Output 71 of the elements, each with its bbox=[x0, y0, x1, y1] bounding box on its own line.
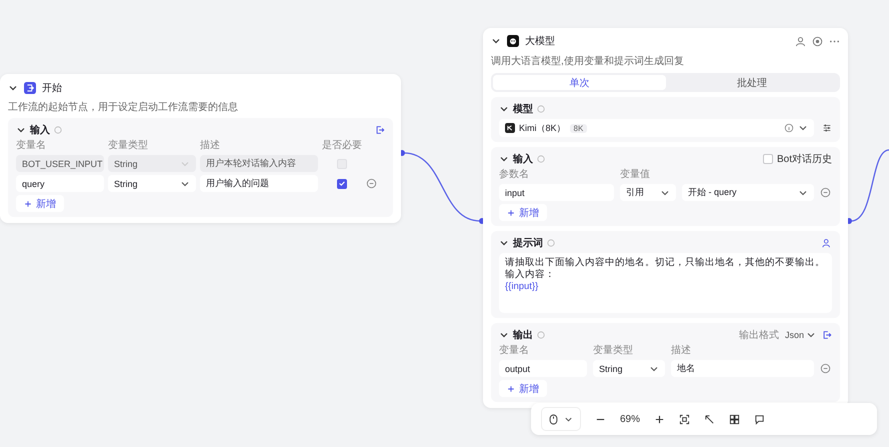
section-title: 输入 bbox=[30, 124, 50, 136]
column-header: 描述 bbox=[671, 345, 692, 357]
type-select[interactable]: String bbox=[593, 360, 665, 377]
plus-icon bbox=[24, 200, 32, 208]
layout-icon[interactable] bbox=[729, 414, 740, 424]
zoom-level[interactable]: 69% bbox=[620, 414, 640, 424]
comment-icon[interactable] bbox=[754, 414, 766, 424]
tab[interactable]: 单次 bbox=[493, 75, 666, 90]
history-checkbox[interactable] bbox=[762, 154, 773, 164]
remove-icon[interactable] bbox=[820, 187, 831, 198]
prompt-editor[interactable]: 请抽取出下面输入内容中的地名。切记，只输出地名，其他的不要输出。 输入内容： {{input}} bbox=[499, 253, 832, 313]
add-button[interactable]: 新增 bbox=[499, 204, 547, 221]
user-icon[interactable] bbox=[795, 36, 806, 46]
export-icon[interactable] bbox=[822, 330, 832, 340]
name-field[interactable]: query bbox=[16, 175, 104, 192]
column-header: 变量值 bbox=[620, 169, 651, 181]
name-field[interactable]: output bbox=[499, 360, 587, 377]
section-title: 输入 bbox=[513, 152, 533, 166]
section-title: 输出 bbox=[513, 328, 533, 342]
description-field[interactable]: 用户输入的问题 bbox=[200, 175, 318, 192]
mode-button[interactable] bbox=[541, 407, 581, 431]
section-title: 提示词 bbox=[513, 236, 543, 250]
checkbox-label: Bot对话历史 bbox=[776, 152, 832, 166]
type-select[interactable]: String bbox=[108, 175, 196, 192]
user-icon[interactable] bbox=[822, 238, 832, 248]
context-badge: 8K bbox=[570, 124, 588, 132]
zoom-in-icon[interactable] bbox=[654, 414, 666, 424]
info-icon[interactable] bbox=[784, 123, 794, 133]
target-icon[interactable] bbox=[812, 36, 823, 46]
format-label: 输出格式 bbox=[738, 328, 779, 342]
column-header: 是否必要 bbox=[322, 140, 362, 152]
column-header: 描述 bbox=[200, 140, 221, 152]
column-header: 变量类型 bbox=[593, 345, 634, 357]
prompt-line: 请抽取出下面输入内容中的地名。切记，只输出地名，其他的不要输出。 bbox=[505, 257, 826, 269]
prompt-line: {{input}} bbox=[505, 281, 540, 293]
format-select[interactable]: Json bbox=[782, 330, 818, 340]
fit-view-icon[interactable] bbox=[679, 414, 690, 424]
add-button[interactable]: 新增 bbox=[16, 195, 64, 212]
add-button[interactable]: 新增 bbox=[499, 380, 547, 397]
start-icon bbox=[24, 82, 36, 94]
column-header: 变量类型 bbox=[108, 140, 149, 152]
model-logo-icon bbox=[505, 123, 515, 133]
node-card[interactable]: 大模型 调用大语言模型,使用变量和提示词生成回复 单次 批处理 模型 Kimi（8K） 8K 输入 Bot对话历史 参数名 变量值 input 引用 开始 - query 新增 提示词 请抽取出下面输入内容中的地名。切记，只输出地名，其他的不要输出。 输入内容： {{input}} 输出 输出格式 Json 变量名 变量类型 描述 output String 地名 新增 bbox=[483, 28, 848, 408]
remove-icon[interactable] bbox=[366, 178, 377, 189]
tab[interactable]: 批处理 bbox=[666, 75, 838, 90]
mouse-icon bbox=[549, 414, 558, 424]
settings-icon[interactable] bbox=[822, 123, 832, 133]
column-header: 变量名 bbox=[16, 140, 47, 152]
description-field[interactable]: 地名 bbox=[671, 360, 814, 377]
section-title: 模型 bbox=[513, 102, 533, 116]
plus-icon bbox=[507, 208, 515, 216]
name-field[interactable]: input bbox=[499, 184, 614, 201]
node-description: 工作流的起始节点，用于设定启动工作流需要的信息 bbox=[8, 100, 239, 114]
value-select[interactable]: 开始 - query bbox=[682, 184, 814, 201]
required-checkbox[interactable] bbox=[337, 178, 347, 188]
caret-icon bbox=[798, 123, 808, 133]
node-description: 调用大语言模型,使用变量和提示词生成回复 bbox=[491, 54, 685, 68]
model-icon bbox=[507, 35, 519, 47]
remove-icon[interactable] bbox=[820, 363, 831, 374]
plus-icon bbox=[507, 384, 515, 392]
chevron-down-icon[interactable] bbox=[8, 83, 18, 93]
node-title: 开始 bbox=[42, 82, 62, 95]
source-select[interactable]: 引用 bbox=[620, 184, 676, 201]
export-icon[interactable] bbox=[375, 124, 385, 134]
column-header: 变量名 bbox=[499, 345, 530, 357]
model-select[interactable]: Kimi（8K） 8K bbox=[499, 119, 814, 137]
chevron-down-icon[interactable] bbox=[491, 36, 501, 46]
prompt-line: 输入内容： bbox=[505, 269, 556, 281]
column-header: 参数名 bbox=[499, 169, 530, 181]
node-title: 大模型 bbox=[525, 34, 555, 48]
pointer-icon[interactable] bbox=[704, 414, 716, 424]
